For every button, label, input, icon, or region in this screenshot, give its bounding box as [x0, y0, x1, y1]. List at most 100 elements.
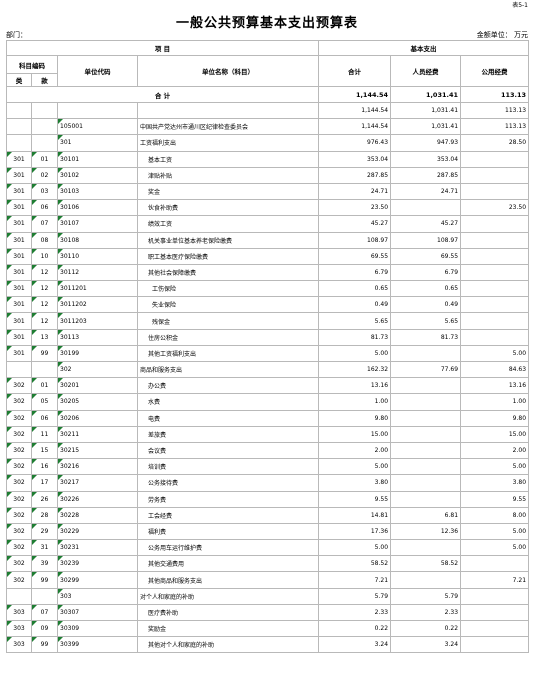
class-code-cell [6, 360, 32, 379]
class-code-cell [6, 587, 32, 605]
personnel-cell [390, 490, 462, 508]
unit-name-cell: 福利费 [136, 522, 320, 541]
table-row: 302 99 30299 其他商品和服务支出 7.21 7.21 [6, 571, 530, 589]
total-personnel: 1,031.41 [390, 86, 462, 103]
class-code-cell: 302 [6, 539, 32, 557]
unit-name-cell: 绩效工资 [136, 215, 320, 233]
unit-code-cell: 30106 [57, 199, 138, 217]
section-code-cell: 28 [31, 506, 58, 524]
total-cell: 3.24 [318, 636, 392, 654]
table-row: 301 02 30102 津贴补贴 287.85 287.85 [6, 166, 530, 184]
total-cell: 1.00 [318, 393, 392, 411]
class-code-cell: 303 [6, 603, 32, 622]
header-total: 合计 [318, 55, 392, 87]
public-cell [460, 296, 530, 314]
class-code-cell: 302 [6, 458, 32, 476]
personnel-cell: 6.81 [390, 506, 462, 524]
unit-name-cell: 住房公积金 [136, 328, 320, 346]
total-cell: 1,144.54 [318, 101, 392, 120]
unit-code-cell: 30102 [57, 166, 138, 184]
total-cell: 0.49 [318, 296, 392, 314]
class-code-cell: 301 [6, 328, 32, 346]
total-cell: 5.79 [318, 587, 392, 605]
section-code-cell: 11 [31, 425, 58, 443]
class-code-cell [6, 118, 32, 136]
table-row: 302 商品和服务支出 162.32 77.69 84.63 [6, 360, 530, 379]
table-row: 302 06 30206 电费 9.80 9.80 [6, 409, 530, 427]
unit-name-cell: 失业保险 [136, 296, 320, 314]
total-cell: 24.71 [318, 182, 392, 201]
total-cell: 3.80 [318, 474, 392, 492]
table-row: 301 13 30113 住房公积金 81.73 81.73 [6, 328, 530, 346]
class-code-cell: 302 [6, 377, 32, 395]
header-basic-expense: 基本支出 [318, 40, 530, 56]
total-cell: 5.65 [318, 312, 392, 330]
total-cell: 17.36 [318, 522, 392, 541]
unit-name-cell: 职工基本医疗保险缴费 [136, 247, 320, 265]
unit-name-cell: 其他工资福利支出 [136, 344, 320, 363]
table-row: 302 11 30211 差旅费 15.00 15.00 [6, 425, 530, 443]
personnel-cell: 947.93 [390, 134, 462, 152]
unit-code-cell: 30216 [57, 458, 138, 476]
section-code-cell: 12 [31, 263, 58, 282]
unit-name-cell: 奖金 [136, 182, 320, 201]
amount-unit-label: 金额单位： 万元 [476, 31, 528, 39]
class-code-cell: 301 [6, 166, 32, 184]
total-cell: 162.32 [318, 360, 392, 379]
personnel-cell: 1,031.41 [390, 118, 462, 136]
section-code-cell: 39 [31, 555, 58, 573]
table-row: 301 12 3011202 失业保险 0.49 0.49 [6, 296, 530, 314]
unit-code-cell: 30108 [57, 231, 138, 249]
section-code-cell: 08 [31, 231, 58, 249]
unit-code-cell: 301 [57, 134, 138, 152]
total-cell: 287.85 [318, 166, 392, 184]
total-cell: 353.04 [318, 150, 392, 168]
public-cell: 2.00 [460, 441, 530, 460]
public-cell [460, 166, 530, 184]
section-code-cell: 07 [31, 215, 58, 233]
total-cell: 976.43 [318, 134, 392, 152]
public-cell [460, 280, 530, 298]
public-cell: 8.00 [460, 506, 530, 524]
table-row: 301 工资福利支出 976.43 947.93 28.50 [6, 134, 530, 152]
section-code-cell: 12 [31, 296, 58, 314]
unit-code-cell: 30110 [57, 247, 138, 265]
class-code-cell: 301 [6, 263, 32, 282]
unit-code-cell [57, 101, 138, 120]
class-code-cell: 301 [6, 182, 32, 201]
unit-name-cell: 残保金 [136, 312, 320, 330]
personnel-cell [390, 393, 462, 411]
personnel-cell [390, 344, 462, 363]
unit-code-cell: 30399 [57, 636, 138, 654]
table-row: 302 16 30216 培训费 5.00 5.00 [6, 458, 530, 476]
section-code-cell: 12 [31, 280, 58, 298]
section-code-cell: 26 [31, 490, 58, 508]
table-row: 301 10 30110 职工基本医疗保险缴费 69.55 69.55 [6, 247, 530, 265]
class-code-cell: 301 [6, 296, 32, 314]
unit-code-cell: 30229 [57, 522, 138, 541]
header-unit-name: 单位名称（科目） [136, 55, 320, 87]
personnel-cell: 0.49 [390, 296, 462, 314]
unit-code-cell: 30307 [57, 603, 138, 622]
class-code-cell: 301 [6, 150, 32, 168]
class-code-cell: 301 [6, 344, 32, 363]
total-cell: 13.16 [318, 377, 392, 395]
unit-code-cell: 30228 [57, 506, 138, 524]
personnel-cell: 287.85 [390, 166, 462, 184]
personnel-cell: 353.04 [390, 150, 462, 168]
unit-code-cell: 30107 [57, 215, 138, 233]
section-code-cell: 03 [31, 182, 58, 201]
public-cell: 5.00 [460, 458, 530, 476]
personnel-cell: 81.73 [390, 328, 462, 346]
class-code-cell: 302 [6, 506, 32, 524]
public-cell [460, 587, 530, 605]
section-code-cell: 29 [31, 522, 58, 541]
public-cell [460, 619, 530, 638]
total-cell: 5.00 [318, 458, 392, 476]
total-cell: 23.50 [318, 199, 392, 217]
section-code-cell [31, 360, 58, 379]
class-code-cell: 301 [6, 199, 32, 217]
header-section: 款 [31, 73, 58, 87]
unit-code-cell: 3011202 [57, 296, 138, 314]
table-row: 303 99 30399 其他对个人和家庭的补助 3.24 3.24 [6, 636, 530, 654]
